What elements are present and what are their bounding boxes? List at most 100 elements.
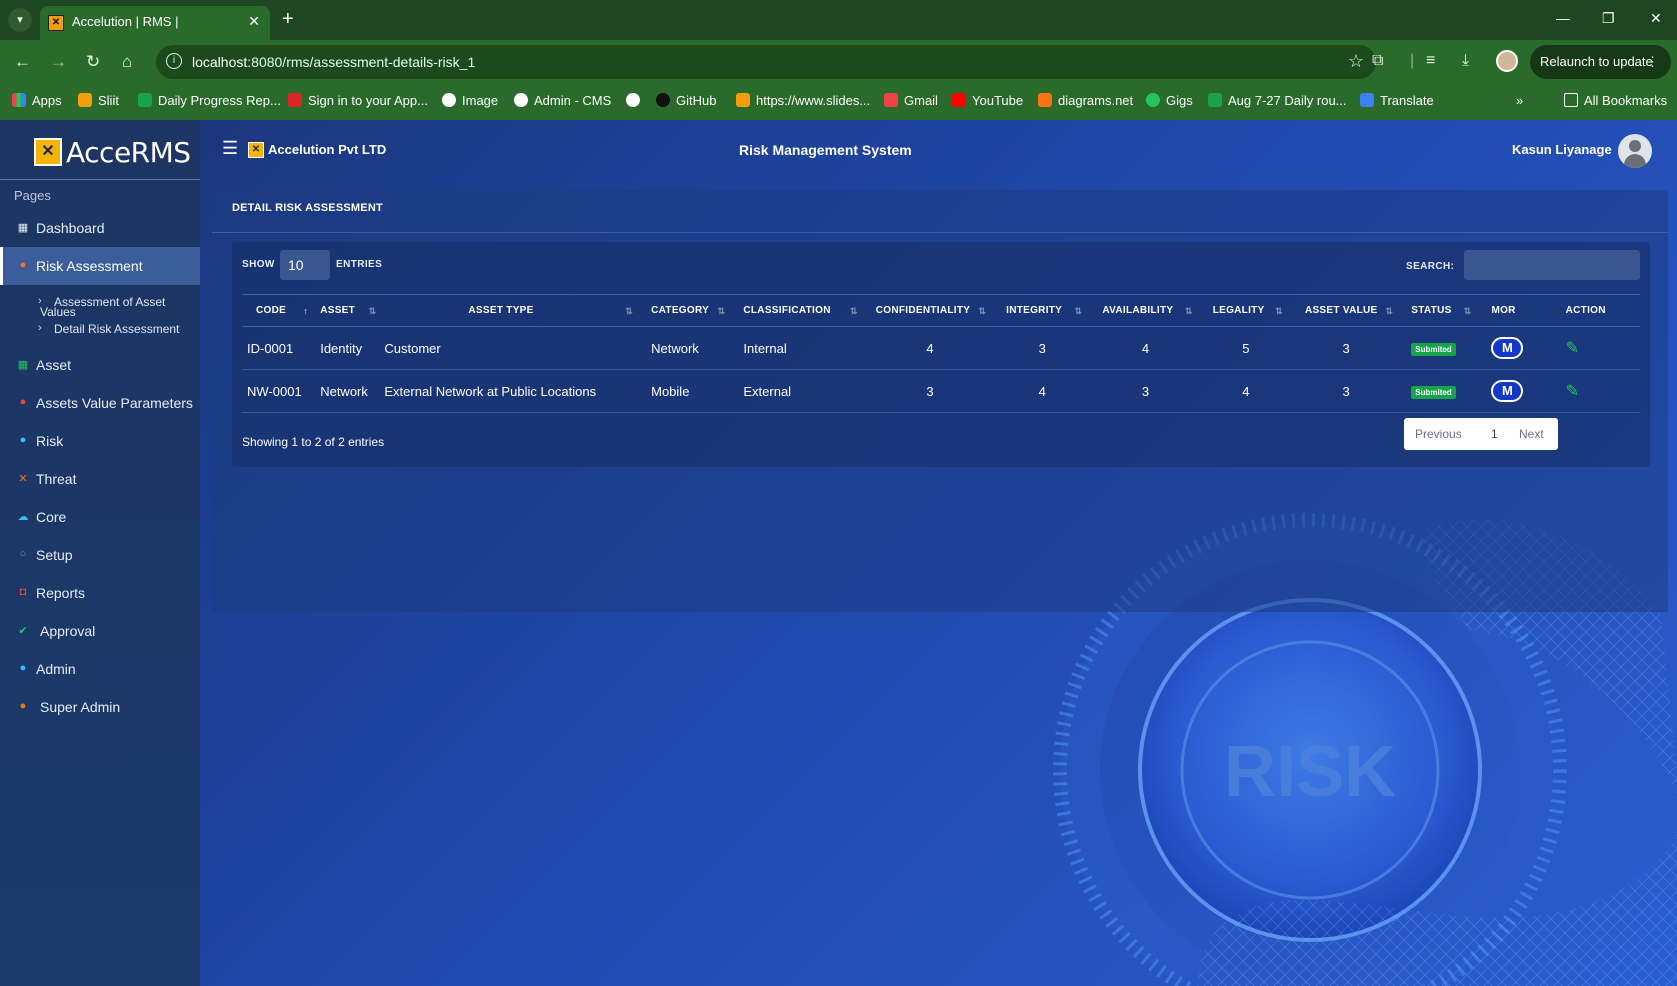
- sidebar-item-admin[interactable]: ● Admin: [0, 650, 200, 688]
- more-menu-icon[interactable]: ⋮: [1646, 45, 1659, 79]
- pagination-page-1[interactable]: 1: [1491, 427, 1498, 441]
- bookmark-daily-progress[interactable]: Daily Progress Rep...: [138, 93, 281, 108]
- minimize-icon[interactable]: —: [1556, 10, 1570, 26]
- cell-availability: 3: [1090, 369, 1201, 413]
- user-avatar[interactable]: [1618, 134, 1652, 168]
- sidebar-item-reports[interactable]: ◘ Reports: [0, 574, 200, 612]
- bookmark-youtube[interactable]: YouTube: [952, 93, 1023, 108]
- sidebar-item-risk[interactable]: ● Risk: [0, 422, 200, 460]
- sidebar-item-assets-value-parameters[interactable]: ● Assets Value Parameters: [0, 384, 200, 422]
- avatar-head: [1629, 140, 1641, 152]
- column-header-asset[interactable]: ASSET ⇅: [316, 294, 385, 327]
- company-name: Accelution Pvt LTD: [268, 142, 387, 157]
- sidebar-item-risk-assessment[interactable]: ● Risk Assessment: [0, 247, 200, 285]
- column-header-classification[interactable]: CLASSIFICATION ⇅: [733, 294, 866, 327]
- edit-pencil-icon[interactable]: ✎: [1566, 383, 1579, 400]
- cell-legality: 5: [1200, 326, 1291, 370]
- bookmark-gmail[interactable]: Gmail: [884, 93, 938, 108]
- logo-text: AcceRMS: [66, 136, 191, 169]
- reading-list-icon[interactable]: ≡: [1426, 52, 1435, 70]
- all-bookmarks[interactable]: All Bookmarks: [1564, 93, 1667, 108]
- site-info-icon[interactable]: i: [166, 53, 182, 69]
- subitem-label-line2: Values: [40, 305, 76, 319]
- table-row: NW-0001 Network External Network at Publ…: [242, 369, 1640, 413]
- bookmark-admin-cms[interactable]: Admin - CMS: [514, 93, 611, 108]
- pagination-next[interactable]: Next: [1519, 427, 1544, 441]
- sidebar-item-core[interactable]: ☁ Core: [0, 498, 200, 536]
- new-tab-icon[interactable]: +: [282, 8, 294, 31]
- bookmark-star-icon[interactable]: ☆: [1348, 51, 1364, 72]
- sidebar-item-asset[interactable]: ▦ Asset: [0, 346, 200, 384]
- column-header-legality[interactable]: LEGALITY ⇅: [1200, 294, 1291, 327]
- mor-button[interactable]: M: [1491, 380, 1524, 402]
- column-header-asset-type[interactable]: ASSET TYPE ⇅: [384, 294, 642, 327]
- extensions-icon[interactable]: ⧉: [1372, 52, 1383, 70]
- edit-pencil-icon[interactable]: ✎: [1566, 340, 1579, 357]
- column-header-availability[interactable]: AVAILABILITY ⇅: [1090, 294, 1201, 327]
- sidebar-item-label: Admin: [36, 661, 76, 677]
- search-input[interactable]: [1464, 250, 1640, 280]
- reload-icon[interactable]: ↻: [86, 52, 100, 72]
- column-header-asset-value[interactable]: ASSET VALUE ⇅: [1290, 294, 1402, 327]
- risk-background-text: RISK: [1224, 732, 1396, 812]
- cloud-icon: ☁: [17, 511, 29, 523]
- sort-icon: ⇅: [1074, 306, 1083, 316]
- home-icon[interactable]: ⌂: [122, 52, 132, 72]
- pagination: Previous 1 Next: [1404, 418, 1558, 450]
- table-panel: SHOW 10 ENTRIES SEARCH: CODE ↑ ASSET ⇅ ASS…: [232, 242, 1650, 467]
- profile-avatar[interactable]: [1496, 50, 1518, 72]
- browser-tab[interactable]: ✕ Accelution | RMS | ✕: [40, 6, 270, 40]
- sidebar-item-setup[interactable]: ○ Setup: [0, 536, 200, 574]
- column-header-status[interactable]: STATUS ⇅: [1401, 294, 1480, 327]
- bookmark-translate[interactable]: Translate: [1360, 93, 1434, 108]
- restore-icon[interactable]: ❐: [1602, 10, 1615, 27]
- column-header-code[interactable]: CODE ↑: [242, 294, 317, 327]
- threat-icon: ✕: [18, 473, 28, 485]
- sidebar-item-approval[interactable]: ✔ Approval: [0, 612, 200, 650]
- apps-grid-icon: [12, 93, 26, 107]
- tab-title: Accelution | RMS |: [72, 14, 179, 29]
- users-icon: ●: [19, 700, 27, 712]
- user-name[interactable]: Kasun Liyanage: [1512, 142, 1612, 157]
- column-header-integrity[interactable]: INTEGRITY ⇅: [994, 294, 1091, 327]
- bookmark-apps[interactable]: Apps: [12, 93, 62, 108]
- bookmark-github[interactable]: GitHub: [656, 93, 716, 108]
- bookmark-sliit[interactable]: Sliit: [78, 93, 119, 108]
- back-arrow-icon[interactable]: ←: [14, 52, 31, 72]
- window-close-icon[interactable]: ✕: [1650, 10, 1662, 27]
- asset-grid-icon: ▦: [17, 359, 29, 371]
- bookmarks-overflow-icon[interactable]: »: [1516, 93, 1523, 108]
- forward-arrow-icon[interactable]: →: [50, 52, 67, 72]
- gmail-icon: [884, 93, 898, 107]
- thumbs-up-icon: ✔: [18, 625, 28, 637]
- tab-search-button[interactable]: ▾: [8, 8, 32, 32]
- entries-label: ENTRIES: [336, 259, 383, 270]
- bookmark-globe[interactable]: [626, 93, 646, 108]
- pagination-previous[interactable]: Previous: [1415, 427, 1462, 441]
- sidebar-item-super-admin[interactable]: ● Super Admin: [0, 688, 200, 726]
- sidebar-item-label: Setup: [36, 547, 73, 563]
- sort-icon: ⇅: [849, 306, 858, 316]
- diagrams-icon: [1038, 93, 1052, 107]
- bookmark-aug-daily[interactable]: Aug 7-27 Daily rou...: [1208, 93, 1347, 108]
- column-header-confidentiality[interactable]: CONFIDENTIALITY ⇅: [865, 294, 995, 327]
- sidebar-item-threat[interactable]: ✕ Threat: [0, 460, 200, 498]
- bookmark-slides[interactable]: https://www.slides...: [736, 93, 870, 108]
- sidebar-item-label: Reports: [36, 585, 86, 601]
- close-tab-icon[interactable]: ✕: [248, 13, 260, 30]
- entries-per-page-select[interactable]: 10: [280, 250, 330, 280]
- relaunch-button[interactable]: Relaunch to update ⋮: [1530, 45, 1671, 79]
- bookmark-gigs[interactable]: Gigs: [1146, 93, 1193, 108]
- download-icon[interactable]: ⤓: [1462, 52, 1469, 70]
- bookmark-sign-in[interactable]: Sign in to your App...: [288, 93, 428, 108]
- column-header-category[interactable]: CATEGORY ⇅: [641, 294, 734, 327]
- mor-button[interactable]: M: [1491, 337, 1524, 359]
- risk-icon: ●: [19, 434, 27, 446]
- address-bar[interactable]: i localhost:8080/rms/assessment-details-…: [156, 45, 1376, 79]
- sidebar-item-dashboard[interactable]: ▦ Dashboard: [0, 209, 200, 247]
- bookmark-image[interactable]: Image: [442, 93, 498, 108]
- fiverr-icon: [1146, 93, 1160, 107]
- sort-icon: ⇅: [1385, 306, 1394, 316]
- bookmark-diagrams[interactable]: diagrams.net: [1038, 93, 1133, 108]
- hamburger-menu-icon[interactable]: ☰: [222, 138, 238, 159]
